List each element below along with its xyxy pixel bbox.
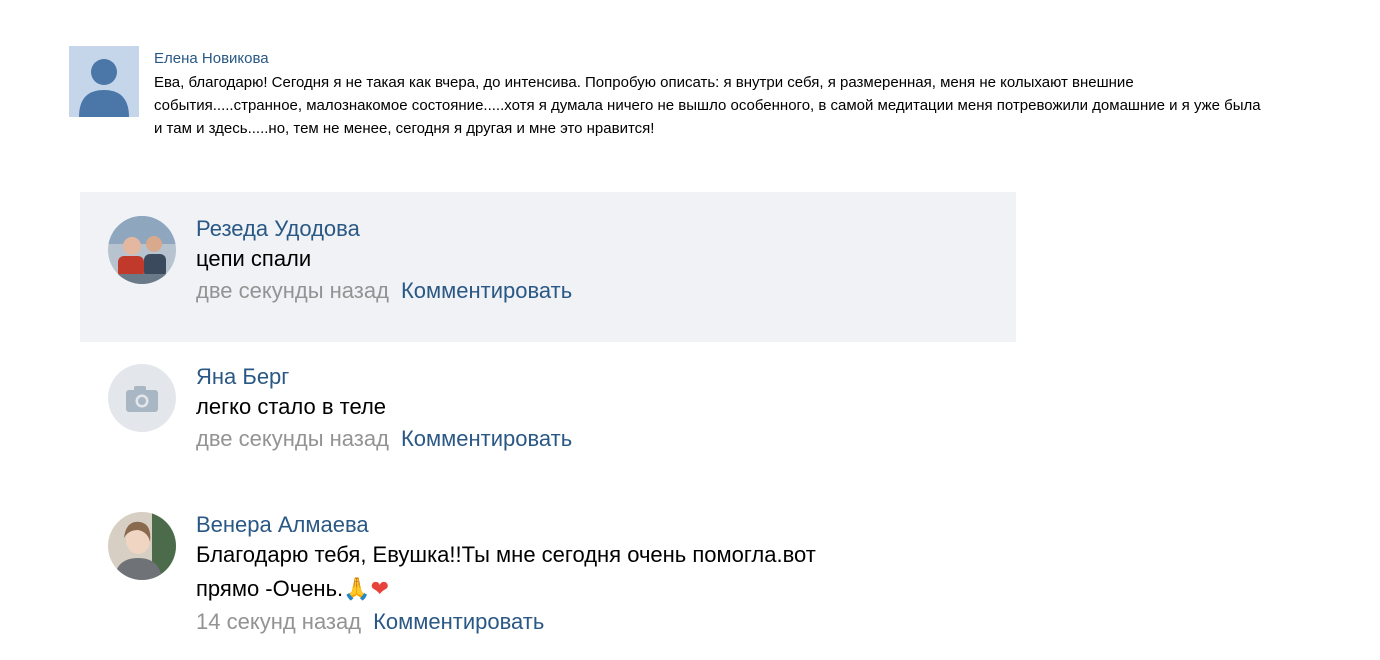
- comment-body: Венера Алмаева Благодарю тебя, Евушка!!Т…: [196, 512, 816, 637]
- user-silhouette-icon: [69, 46, 139, 117]
- comment-text: легко стало в теле: [196, 394, 387, 419]
- camera-icon: [108, 364, 176, 432]
- comment-text-line: прямо -Очень.🙏❤: [196, 572, 816, 607]
- reply-button[interactable]: Комментировать: [373, 609, 544, 634]
- comment-text-fragment: прямо -Очень.: [196, 576, 344, 601]
- avatar[interactable]: [108, 364, 176, 432]
- comment-text: цепи спали: [196, 246, 312, 271]
- comment-text-line: Благодарю тебя, Евушка!!Ты мне сегодня о…: [196, 542, 816, 567]
- comment-item: Венера Алмаева Благодарю тебя, Евушка!!Т…: [80, 482, 1016, 652]
- post-body: Елена Новикова Ева, благодарю! Сегодня я…: [154, 50, 1264, 140]
- comment-meta: две секунды назад Комментировать: [196, 276, 572, 306]
- comment-text: Благодарю тебя, Евушка!!Ты мне сегодня о…: [196, 538, 816, 607]
- comment-item: Яна Берг легко стало в теле две секунды …: [80, 342, 1016, 482]
- reply-button[interactable]: Комментировать: [401, 278, 572, 303]
- post-author-link[interactable]: Елена Новикова: [154, 50, 1264, 68]
- comment-timestamp[interactable]: две секунды назад: [196, 278, 389, 303]
- comment-author-link[interactable]: Яна Берг: [196, 364, 572, 390]
- photo-avatar-icon: [108, 512, 176, 580]
- post-avatar[interactable]: [69, 46, 139, 117]
- post-text: Ева, благодарю! Сегодня я не такая как в…: [154, 74, 1261, 137]
- comment-meta: 14 секунд назад Комментировать: [196, 607, 816, 637]
- avatar[interactable]: [108, 512, 176, 580]
- comment-body: Яна Берг легко стало в теле две секунды …: [196, 364, 572, 454]
- comment-timestamp[interactable]: две секунды назад: [196, 426, 389, 451]
- red-heart-emoji-icon: ❤: [370, 577, 389, 602]
- praying-hands-emoji-icon: 🙏: [343, 577, 371, 602]
- comment-author-link[interactable]: Резеда Удодова: [196, 216, 572, 242]
- photo-avatar-icon: [108, 216, 176, 284]
- comment-body: Резеда Удодова цепи спали две секунды на…: [196, 216, 572, 306]
- comment-timestamp[interactable]: 14 секунд назад: [196, 609, 361, 634]
- comment-author-link[interactable]: Венера Алмаева: [196, 512, 816, 538]
- reply-button[interactable]: Комментировать: [401, 426, 572, 451]
- comment-item: Резеда Удодова цепи спали две секунды на…: [80, 192, 1016, 342]
- comment-meta: две секунды назад Комментировать: [196, 424, 572, 454]
- avatar[interactable]: [108, 216, 176, 284]
